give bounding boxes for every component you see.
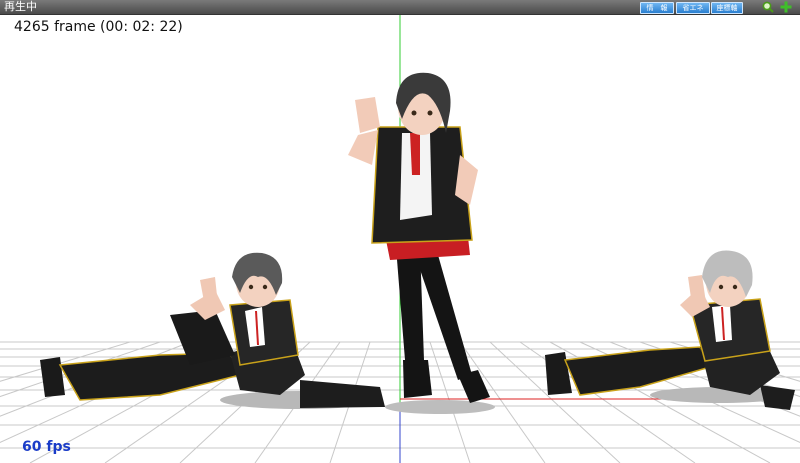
power-save-button[interactable]: 省エネ <box>676 2 710 14</box>
3d-viewport[interactable]: 4265 frame (00: 02: 22) 60 fps <box>0 15 800 463</box>
frame-counter: 4265 frame (00: 02: 22) <box>14 19 183 35</box>
window-title: 再生中 <box>4 0 37 13</box>
axis-button[interactable]: 座標軸 <box>711 2 743 14</box>
seated-model-left <box>40 252 385 408</box>
add-icon[interactable] <box>780 1 792 13</box>
scene-canvas <box>0 15 800 463</box>
title-bar: 再生中 情 報 省エネ 座標軸 <box>0 0 800 15</box>
seated-model-right <box>545 250 795 410</box>
info-button[interactable]: 情 報 <box>640 2 674 14</box>
zoom-icon[interactable] <box>762 1 774 13</box>
standing-model-center <box>348 72 490 403</box>
fps-counter: 60 fps <box>22 439 71 455</box>
shadow-center <box>385 400 495 414</box>
